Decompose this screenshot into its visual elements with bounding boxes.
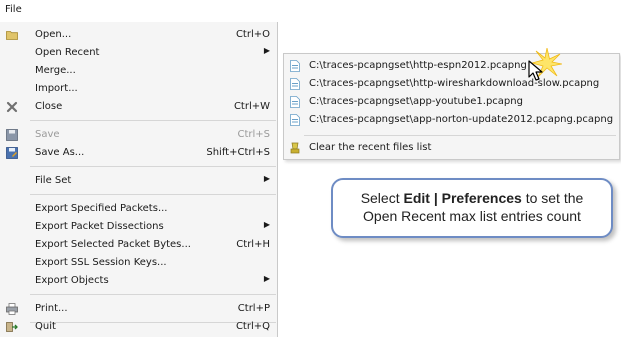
file-menu: Open... Ctrl+O Open Recent ▶ Merge... Im… [0,22,278,337]
callout-line-2: Open Recent max list entries count [363,208,581,224]
open-recent-submenu: C:\traces-pcapngset\http-espn2012.pcapng… [283,53,620,160]
printer-icon [6,303,18,315]
submenu-arrow-icon: ▶ [263,274,270,283]
recent-file-item[interactable]: C:\traces-pcapngset\http-espn2012.pcapng [284,57,619,75]
file-icon [290,78,300,90]
menu-item-print[interactable]: Print... Ctrl+P [0,300,278,318]
menu-item-export-specified-packets[interactable]: Export Specified Packets... [0,200,278,218]
folder-open-icon [6,31,18,40]
menu-item-save[interactable]: Save Ctrl+S [0,126,278,144]
submenu-arrow-icon: ▶ [263,220,270,229]
file-icon [290,60,300,72]
recent-file-item[interactable]: C:\traces-pcapngset\http-wiresharkdownlo… [284,75,619,93]
callout-line-1: Select Edit | Preferences to set the [360,190,584,206]
recent-file-item[interactable]: C:\traces-pcapngset\app-norton-update201… [284,111,619,129]
clear-list-icon [290,142,300,154]
menu-item-merge[interactable]: Merge... [0,62,278,80]
menu-separator [30,120,276,121]
menu-item-save-as[interactable]: Save As... Shift+Ctrl+S [0,144,278,162]
menu-item-export-selected-bytes[interactable]: Export Selected Packet Bytes... Ctrl+H [0,236,278,254]
file-icon [290,114,300,126]
menu-item-open-recent[interactable]: Open Recent ▶ [0,44,278,62]
recent-file-item[interactable]: C:\traces-pcapngset\app-youtube1.pcapng [284,93,619,111]
menu-separator [30,294,276,295]
clear-recent-files-item[interactable]: Clear the recent files list [284,139,619,157]
menu-item-export-packet-dissections[interactable]: Export Packet Dissections ▶ [0,218,278,236]
save-as-icon [6,147,18,159]
menu-item-file-set[interactable]: File Set ▶ [0,172,278,190]
menu-item-close[interactable]: Close Ctrl+W [0,98,278,116]
tip-callout: Select Edit | Preferences to set the Ope… [331,178,613,238]
menu-item-quit[interactable]: Quit Ctrl+Q [0,318,278,336]
menu-item-import[interactable]: Import... [0,80,278,98]
menu-item-export-objects[interactable]: Export Objects ▶ [0,272,278,290]
menu-item-open[interactable]: Open... Ctrl+O [0,26,278,44]
menubar: File [0,0,621,22]
file-menu-title[interactable]: File [5,4,22,15]
submenu-arrow-icon: ▶ [263,46,270,55]
menu-separator [30,166,276,167]
menu-item-export-ssl-keys[interactable]: Export SSL Session Keys... [0,254,278,272]
close-icon [6,101,18,113]
mouse-cursor-icon [528,60,543,81]
submenu-arrow-icon: ▶ [263,174,270,183]
menu-separator [30,194,276,195]
file-icon [290,96,300,108]
menu-separator [304,135,616,136]
save-icon [6,129,18,141]
quit-icon [6,322,18,332]
